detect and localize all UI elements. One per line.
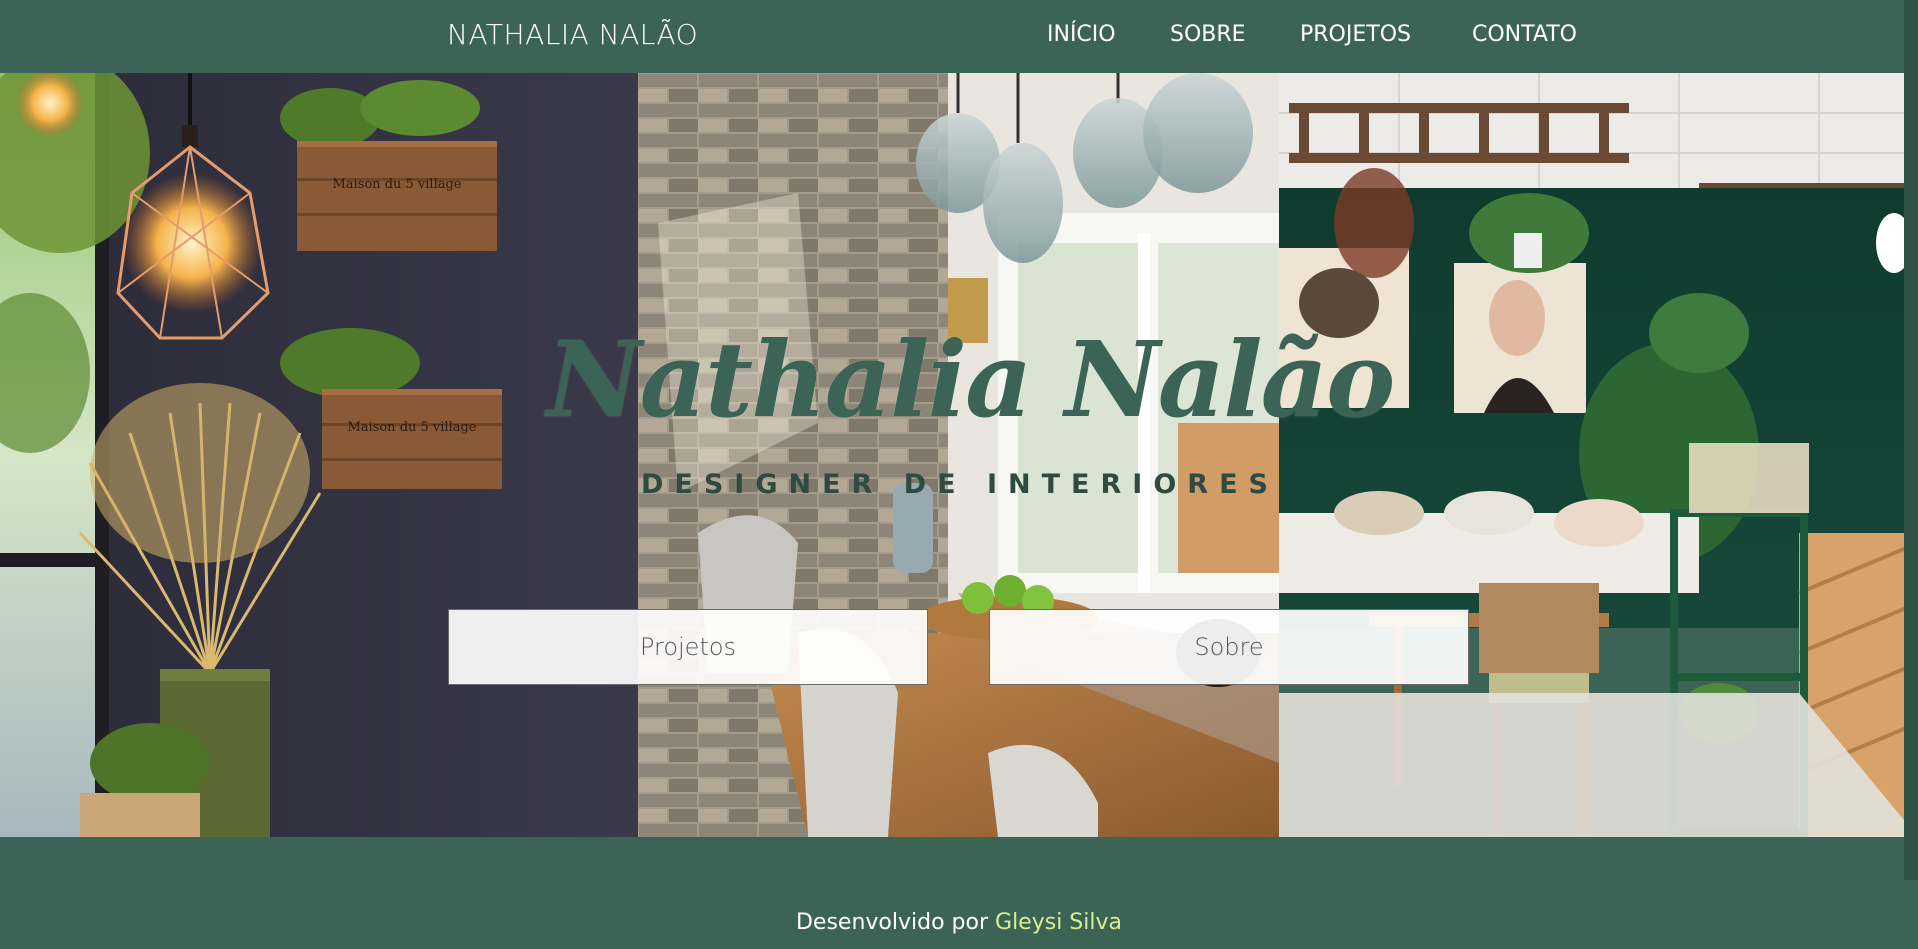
- wood-crate-icon: Maison du 5 village: [280, 80, 497, 251]
- svg-text:Maison du 5 village: Maison du 5 village: [332, 177, 461, 192]
- footer-author-link[interactable]: Gleysi Silva: [995, 910, 1122, 935]
- hero-image-middle: [638, 73, 1279, 837]
- hero-image-right: [1279, 73, 1918, 837]
- hero-subtitle: DESIGNER DE INTERIORES: [641, 469, 1279, 500]
- hero-section: Maison du 5 village Maison du 5 village: [0, 73, 1918, 837]
- hero-image-left: Maison du 5 village Maison du 5 village: [0, 73, 638, 837]
- nav-link-sobre[interactable]: SOBRE: [1170, 22, 1246, 47]
- projetos-button[interactable]: Projetos: [448, 609, 928, 685]
- footer-text: Desenvolvido por: [795, 910, 996, 935]
- nav-link-inicio[interactable]: INÍCIO: [1047, 22, 1116, 47]
- nav-link-projetos[interactable]: PROJETOS: [1300, 22, 1411, 47]
- site-footer: Desenvolvido por Gleysi Silva: [0, 910, 1918, 935]
- site-header: NATHALIA NALÃO INÍCIO SOBRE PROJETOS CON…: [0, 0, 1918, 73]
- sobre-button[interactable]: Sobre: [989, 609, 1469, 685]
- site-brand[interactable]: NATHALIA NALÃO: [447, 18, 698, 51]
- page-scrollbar[interactable]: [1904, 0, 1918, 880]
- nav-link-contato[interactable]: CONTATO: [1472, 22, 1577, 47]
- svg-text:Maison du 5 village: Maison du 5 village: [347, 420, 476, 435]
- hero-title: Nathalia Nalão: [546, 318, 1396, 441]
